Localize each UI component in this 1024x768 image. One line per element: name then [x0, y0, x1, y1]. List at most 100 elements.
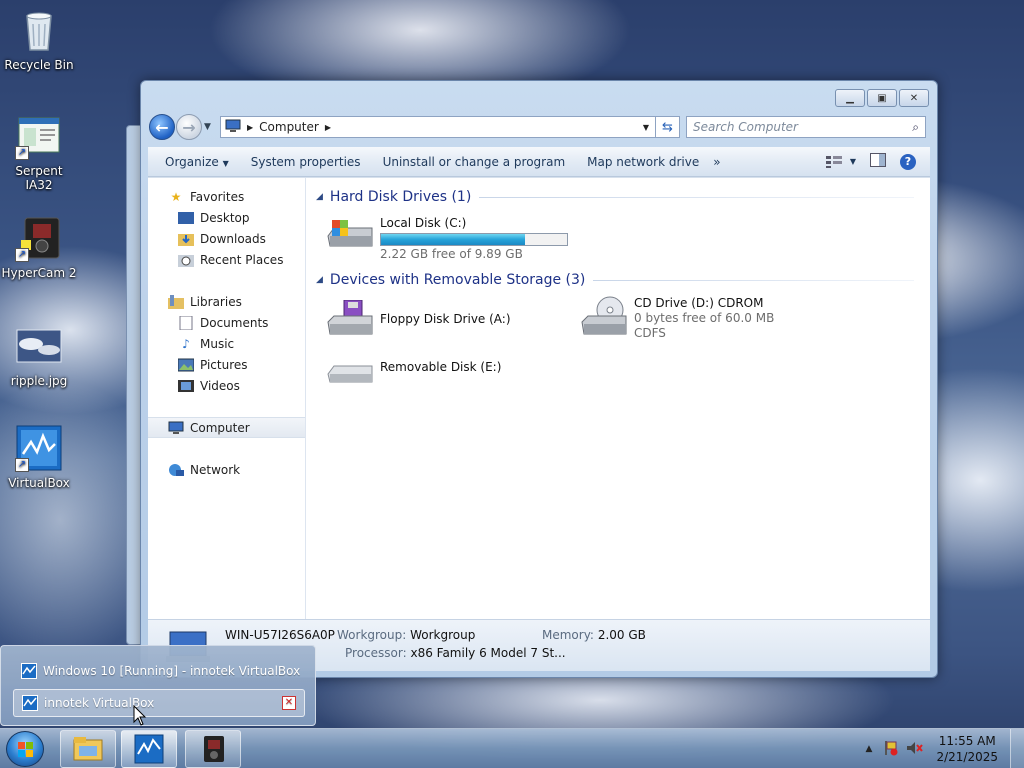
disk-usage-fill [381, 234, 526, 245]
computer-small-icon [225, 119, 241, 136]
action-center-icon[interactable] [882, 740, 898, 759]
memory-label: Memory: [542, 628, 594, 642]
show-desktop-button[interactable] [1010, 729, 1024, 768]
group-title: Hard Disk Drives (1) [329, 189, 472, 205]
drive-name: Removable Disk (E:) [380, 360, 502, 374]
start-button[interactable] [6, 731, 44, 767]
clock-time: 11:55 AM [938, 734, 996, 748]
desktop-icon-virtualbox[interactable]: ↗ VirtualBox [0, 424, 78, 490]
desktop-icon-serpent[interactable]: ↗ Serpent IA32 [0, 112, 78, 192]
nav-documents[interactable]: Documents [148, 312, 305, 333]
close-button[interactable]: ✕ [899, 89, 929, 107]
desktop-icon-hypercam[interactable]: ↗ HyperCam 2 [0, 214, 78, 280]
image-file-icon [15, 322, 63, 370]
nav-label: Music [200, 336, 235, 351]
recycle-bin-icon [15, 6, 63, 54]
drive-name: Local Disk (C:) [380, 216, 467, 230]
drive-name: CD Drive (D:) CDROM [634, 296, 764, 310]
recent-pages-dropdown[interactable]: ▼ [204, 122, 216, 132]
breadcrumb-separator-icon[interactable]: ▶ [247, 123, 253, 132]
cd-drive-icon [580, 296, 628, 336]
clock[interactable]: 11:55 AM 2/21/2025 [936, 733, 998, 765]
search-icon[interactable]: ⌕ [912, 120, 919, 135]
drive-name: Floppy Disk Drive (A:) [380, 312, 511, 326]
drive-free-space: 2.22 GB free of 9.89 GB [380, 247, 523, 261]
preview-pane-icon [870, 153, 886, 167]
breadcrumb-separator-icon[interactable]: ▶ [325, 123, 331, 132]
change-view-button[interactable]: ▼ [825, 155, 856, 168]
help-icon[interactable]: ? [900, 153, 916, 170]
desktop-icon-recycle-bin[interactable]: Recycle Bin [0, 6, 78, 72]
workgroup-value: Workgroup [410, 628, 476, 642]
desktop-icon-ripple-jpg[interactable]: ripple.jpg [0, 322, 78, 388]
documents-icon [178, 315, 194, 330]
nav-computer[interactable]: Computer [148, 417, 305, 438]
more-commands-button[interactable]: » [706, 155, 727, 169]
windows-logo-icon [18, 742, 33, 757]
libraries-icon [168, 294, 184, 309]
group-header-hdd[interactable]: ◢ Hard Disk Drives (1) [316, 186, 926, 208]
nav-recent-places[interactable]: Recent Places [148, 249, 305, 270]
chevron-down-icon: ▼ [222, 158, 229, 168]
nav-label: Documents [200, 315, 269, 330]
breadcrumb-computer[interactable]: Computer [259, 120, 319, 134]
nav-label: Pictures [200, 357, 248, 372]
minimize-button[interactable]: ▁ [835, 89, 865, 107]
videos-icon [178, 379, 194, 393]
virtualbox-small-icon [21, 663, 37, 679]
address-dropdown-icon[interactable]: ▼ [637, 123, 655, 132]
nav-downloads[interactable]: Downloads [148, 228, 305, 249]
taskbar-virtualbox-button[interactable] [121, 730, 177, 768]
popup-item-virtualbox-manager[interactable]: innotek VirtualBox ✕ [13, 689, 305, 717]
drive-removable-e[interactable]: Removable Disk (E:) [326, 354, 501, 394]
system-properties-button[interactable]: System properties [244, 155, 368, 169]
group-title: Devices with Removable Storage (3) [329, 272, 586, 288]
group-divider [593, 279, 914, 281]
forward-button[interactable]: → [176, 114, 202, 140]
workgroup-label: Workgroup: [337, 628, 407, 642]
nav-label: Network [190, 462, 241, 477]
explorer-window[interactable]: ▁ ▣ ✕ ← → ▼ ▶ Computer ▶ ▼ ⇆ Search Comp… [140, 80, 938, 678]
popup-item-windows10-vm[interactable]: Windows 10 [Running] - innotek VirtualBo… [13, 657, 305, 685]
drive-floppy-a[interactable]: Floppy Disk Drive (A:) [326, 299, 511, 340]
collapse-triangle-icon: ◢ [316, 275, 323, 285]
volume-muted-icon[interactable] [906, 740, 924, 759]
uninstall-program-button[interactable]: Uninstall or change a program [376, 155, 573, 169]
refresh-button[interactable]: ⇆ [656, 116, 680, 138]
hypercam-app-icon [204, 736, 224, 762]
desktop-folder-icon [178, 211, 194, 225]
nav-music[interactable]: ♪ Music [148, 333, 305, 354]
group-header-removable[interactable]: ◢ Devices with Removable Storage (3) [316, 269, 926, 291]
desktop-icon-label: Serpent IA32 [15, 164, 63, 192]
map-network-drive-button[interactable]: Map network drive [580, 155, 706, 169]
mouse-cursor-icon [133, 705, 147, 726]
nav-favorites[interactable]: ★ Favorites [148, 186, 305, 207]
nav-videos[interactable]: Videos [148, 375, 305, 396]
organize-button[interactable]: Organize ▼ [158, 155, 236, 169]
search-input[interactable]: Search Computer ⌕ [686, 116, 926, 138]
show-hidden-icons-button[interactable]: ▲ [866, 744, 873, 754]
back-button[interactable]: ← [149, 114, 175, 140]
preview-pane-button[interactable] [870, 153, 886, 170]
taskbar-hypercam-button[interactable] [185, 730, 241, 768]
nav-desktop[interactable]: Desktop [148, 207, 305, 228]
nav-network[interactable]: Network [148, 459, 305, 480]
taskbar-explorer-button[interactable] [60, 730, 116, 768]
group-divider [479, 196, 914, 198]
address-bar[interactable]: ▶ Computer ▶ ▼ [220, 116, 656, 138]
close-icon[interactable]: ✕ [282, 696, 296, 710]
nav-libraries[interactable]: Libraries [148, 291, 305, 312]
maximize-button[interactable]: ▣ [867, 89, 897, 107]
processor-label: Processor: [345, 646, 407, 660]
drive-local-disk-c[interactable]: Local Disk (C:) 2.22 GB free of 9.89 GB [326, 216, 568, 261]
nav-pictures[interactable]: Pictures [148, 354, 305, 375]
drive-cdrom-d[interactable]: CD Drive (D:) CDROM 0 bytes free of 60.0… [580, 296, 774, 340]
desktop-icon-label: ripple.jpg [10, 374, 68, 388]
content-area: ★ Favorites Desktop Downloads Recent Plac… [148, 177, 930, 619]
processor-row: Processor: x86 Family 6 Model 7 St... [345, 646, 566, 660]
taskbar: ▲ 11:55 AM 2/21/2025 [0, 728, 1024, 768]
nav-label: Desktop [200, 210, 250, 225]
serpent-app-icon: ↗ [15, 112, 63, 160]
